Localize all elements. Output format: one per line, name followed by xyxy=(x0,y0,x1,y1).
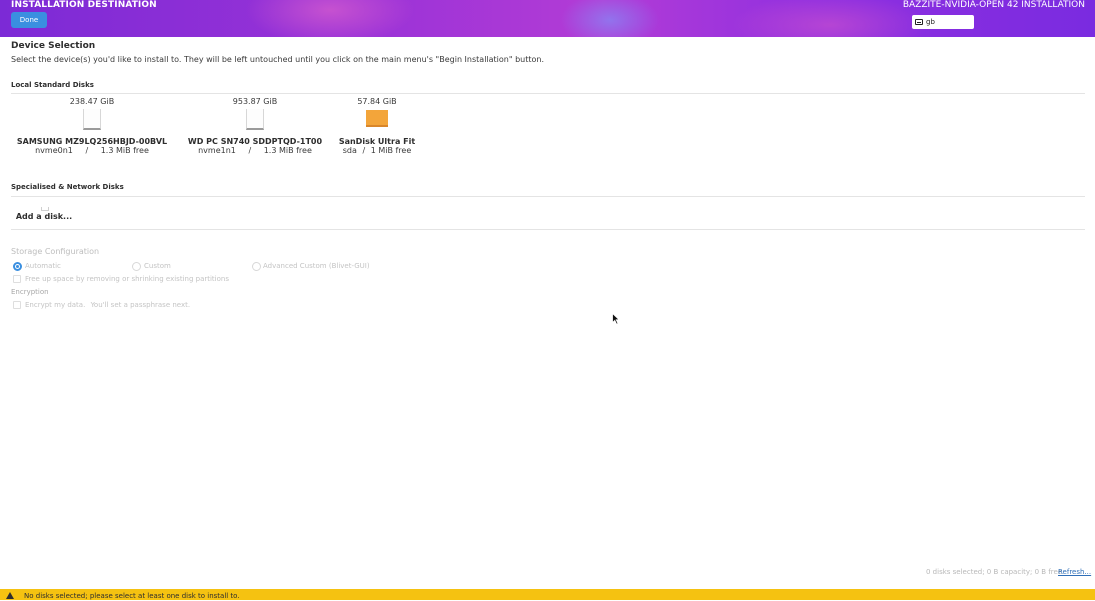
advanced-custom-radio[interactable] xyxy=(252,262,261,271)
local-disks-heading: Local Standard Disks xyxy=(11,81,94,89)
disk-separator: / xyxy=(85,146,89,155)
disk-name: WD PC SN740 SDDPTQD-1T00 xyxy=(187,137,323,146)
encrypt-checkbox[interactable] xyxy=(13,301,21,309)
encrypt-note: You'll set a passphrase next. xyxy=(90,301,191,309)
free-space-label: Free up space by removing or shrinking e… xyxy=(25,275,229,283)
disk-capacity: 238.47 GiB xyxy=(69,97,115,106)
custom-label: Custom xyxy=(144,262,171,270)
free-space-checkbox[interactable] xyxy=(13,275,21,283)
disk-item-wd[interactable]: 953.87 GiB WD PC SN740 SDDPTQD-1T00 nvme… xyxy=(180,97,330,155)
disk-name: SanDisk Ultra Fit xyxy=(338,137,416,146)
encryption-heading: Encryption xyxy=(11,288,49,296)
add-disk-button[interactable]: Add a disk... xyxy=(11,206,77,226)
divider xyxy=(11,93,1085,94)
disk-capacity: 953.87 GiB xyxy=(232,97,278,106)
divider xyxy=(11,229,1085,230)
keyboard-layout-label: gb xyxy=(926,18,935,26)
device-selection-instructions: Select the device(s) you'd like to insta… xyxy=(11,55,545,64)
selection-summary: 0 disks selected; 0 B capacity; 0 B free xyxy=(926,568,1063,576)
automatic-label: Automatic xyxy=(25,262,61,270)
keyboard-icon xyxy=(915,19,923,25)
disk-free: 1.3 MiB free xyxy=(263,146,312,155)
divider xyxy=(11,196,1085,197)
hard-drive-icon xyxy=(246,109,264,130)
disk-separator: / xyxy=(248,146,252,155)
product-title: BAZZITE-NVIDIA-OPEN 42 INSTALLATION xyxy=(902,0,1085,10)
advanced-custom-label: Advanced Custom (Blivet-GUI) xyxy=(263,262,370,270)
device-selection-title: Device Selection xyxy=(11,41,96,51)
disk-separator: / xyxy=(362,146,366,155)
usb-drive-icon xyxy=(366,110,388,127)
disk-device: nvme1n1 xyxy=(198,146,236,155)
custom-radio[interactable] xyxy=(132,262,141,271)
encrypt-label-text: Encrypt my data. xyxy=(25,301,86,309)
automatic-radio[interactable] xyxy=(13,262,22,271)
disk-capacity: 57.84 GiB xyxy=(357,97,397,106)
network-disks-heading: Specialised & Network Disks xyxy=(11,183,124,191)
storage-config-heading: Storage Configuration xyxy=(11,247,100,256)
hard-drive-icon xyxy=(83,109,101,130)
mouse-cursor-icon xyxy=(612,313,620,325)
keyboard-layout-indicator[interactable]: gb xyxy=(912,15,974,29)
disk-free: 1.3 MiB free xyxy=(100,146,149,155)
disk-item-samsung[interactable]: 238.47 GiB SAMSUNG MZ9LQ256HBJD-00BVL nv… xyxy=(11,97,173,155)
done-button[interactable]: Done xyxy=(11,12,47,28)
header-bar: INSTALLATION DESTINATION Done BAZZITE-NV… xyxy=(0,0,1095,37)
warning-icon xyxy=(6,592,14,599)
page-title: INSTALLATION DESTINATION xyxy=(11,0,157,10)
encrypt-label: Encrypt my data. You'll set a passphrase… xyxy=(25,301,190,309)
refresh-link[interactable]: Refresh... xyxy=(1058,568,1091,576)
disk-free: 1 MiB free xyxy=(370,146,412,155)
disk-device: sda xyxy=(342,146,357,155)
disk-device: nvme0n1 xyxy=(35,146,73,155)
disk-name: SAMSUNG MZ9LQ256HBJD-00BVL xyxy=(16,137,168,146)
warning-bar[interactable]: No disks selected; please select at leas… xyxy=(0,589,1095,600)
disk-item-sandisk[interactable]: 57.84 GiB SanDisk Ultra Fit sda / 1 MiB … xyxy=(335,97,419,155)
